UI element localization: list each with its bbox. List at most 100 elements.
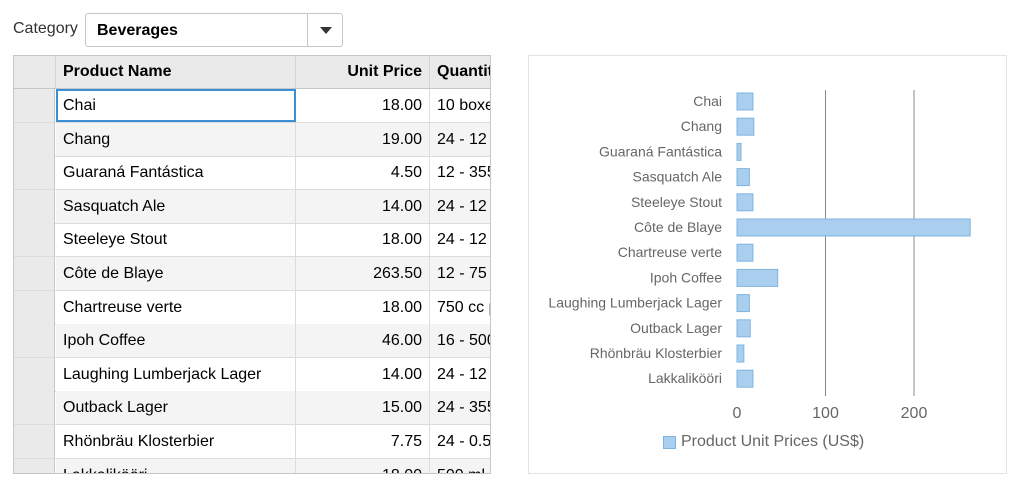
category-label: Laughing Lumberjack Lager: [548, 295, 722, 311]
table-row[interactable]: Lakkalikööri18.00500 ml: [14, 458, 490, 473]
legend-label: Product Unit Prices (US$): [681, 433, 865, 450]
bar: [736, 218, 971, 237]
column-header-quantity[interactable]: Quantity Per Unit: [430, 56, 490, 88]
table-row[interactable]: Chartreuse verte18.00750 cc per bottle: [14, 290, 490, 325]
column-header-product-name[interactable]: Product Name: [56, 56, 296, 88]
x-tick-label: 0: [733, 405, 742, 422]
column-header-unit-price[interactable]: Unit Price: [296, 56, 430, 88]
row-header[interactable]: [14, 122, 55, 156]
cell-quantity[interactable]: 12 - 75 cl bottles: [430, 257, 490, 290]
cell-quantity[interactable]: 24 - 12 oz bottles: [430, 358, 490, 391]
table-row[interactable]: Côte de Blaye263.5012 - 75 cl bottles: [14, 257, 490, 291]
cell-unit-price[interactable]: 18.00: [296, 290, 430, 324]
bar: [736, 319, 751, 338]
row-header[interactable]: [14, 425, 55, 458]
bar: [736, 168, 750, 187]
cell-unit-price[interactable]: 14.00: [296, 357, 430, 391]
table-row[interactable]: Chang19.0024 - 12 oz bottles: [14, 122, 490, 157]
category-label: Category: [13, 20, 78, 37]
cell-product-name[interactable]: Laughing Lumberjack Lager: [56, 357, 296, 391]
row-header[interactable]: [14, 290, 55, 324]
cell-quantity[interactable]: 24 - 12 oz bottles: [430, 189, 490, 223]
cell-unit-price[interactable]: 4.50: [296, 156, 430, 190]
category-label: Guaraná Fantástica: [599, 143, 722, 159]
cell-quantity[interactable]: 500 ml: [430, 458, 490, 473]
cell-product-name[interactable]: Steeleye Stout: [56, 223, 296, 257]
cell-quantity[interactable]: 24 - 12 oz bottles: [430, 223, 490, 256]
bar: [736, 344, 745, 363]
category-label: Ipoh Coffee: [650, 269, 722, 285]
cell-unit-price[interactable]: 18.00: [296, 458, 430, 473]
cell-unit-price[interactable]: 263.50: [296, 257, 430, 290]
cell-product-name[interactable]: Ipoh Coffee: [56, 324, 296, 358]
cell-product-name[interactable]: Lakkalikööri: [56, 458, 296, 473]
table-row[interactable]: Rhönbräu Klosterbier7.7524 - 0.5 l bottl…: [14, 425, 490, 459]
category-label: Chartreuse verte: [618, 244, 722, 260]
cell-unit-price[interactable]: 46.00: [296, 324, 430, 358]
table-row[interactable]: Laughing Lumberjack Lager14.0024 - 12 oz…: [14, 357, 490, 392]
cell-quantity[interactable]: 12 - 355 ml cans: [430, 156, 490, 189]
cell-product-name[interactable]: Chartreuse verte: [56, 290, 296, 324]
cell-quantity[interactable]: 24 - 12 oz bottles: [430, 122, 490, 156]
category-label: Outback Lager: [630, 320, 722, 336]
category-selected-value[interactable]: Beverages: [97, 22, 178, 40]
cell-quantity[interactable]: 10 boxes x 20 bags: [430, 89, 490, 122]
bar: [736, 117, 755, 136]
row-header[interactable]: [14, 189, 55, 223]
row-header[interactable]: [14, 156, 55, 190]
cell-unit-price[interactable]: 19.00: [296, 122, 430, 156]
row-header[interactable]: [14, 324, 55, 358]
cell-product-name[interactable]: Chai: [56, 89, 296, 122]
cell-product-name[interactable]: Outback Lager: [56, 391, 296, 425]
dropdown-button[interactable]: [308, 14, 343, 46]
bar: [736, 369, 754, 388]
category-label: Chai: [693, 93, 722, 109]
grid-corner[interactable]: [14, 56, 56, 88]
row-header[interactable]: [14, 357, 55, 391]
bar: [736, 92, 754, 111]
row-header[interactable]: [14, 89, 55, 122]
table-row[interactable]: Ipoh Coffee46.0016 - 500 g tins: [14, 324, 490, 359]
table-row[interactable]: Steeleye Stout18.0024 - 12 oz bottles: [14, 223, 490, 258]
x-tick-label: 200: [901, 405, 928, 422]
table-row[interactable]: Guaraná Fantástica4.5012 - 355 ml cans: [14, 156, 490, 191]
cell-product-name[interactable]: Guaraná Fantástica: [56, 156, 296, 190]
cell-quantity[interactable]: 24 - 0.5 l bottles: [430, 425, 490, 458]
table-row[interactable]: Sasquatch Ale14.0024 - 12 oz bottles: [14, 189, 490, 224]
row-header[interactable]: [14, 223, 55, 257]
cell-unit-price[interactable]: 18.00: [296, 89, 430, 122]
bar: [736, 294, 750, 313]
row-header[interactable]: [14, 391, 55, 425]
cell-quantity[interactable]: 24 - 355 ml bottles: [430, 391, 490, 425]
category-label: Chang: [681, 118, 722, 134]
product-grid[interactable]: Product Name Unit Price Quantity Per Uni…: [13, 55, 491, 474]
chart-legend: Product Unit Prices (US$): [663, 433, 864, 451]
cell-quantity[interactable]: 16 - 500 g tins: [430, 324, 490, 358]
row-header[interactable]: [14, 257, 55, 290]
cell-product-name[interactable]: Chang: [56, 122, 296, 156]
chart-canvas: 0 100 200 Chai Chang Guaraná Fantástica Sasqua…: [548, 90, 971, 422]
x-tick-label: 100: [812, 405, 839, 422]
bar: [736, 268, 779, 287]
legend-swatch: [663, 435, 676, 449]
cell-unit-price[interactable]: 18.00: [296, 223, 430, 257]
cell-unit-price[interactable]: 7.75: [296, 425, 430, 458]
category-label: Lakkalikööri: [648, 370, 722, 386]
chevron-down-icon: [319, 26, 332, 34]
table-row[interactable]: Outback Lager15.0024 - 355 ml bottles: [14, 391, 490, 426]
cell-unit-price[interactable]: 15.00: [296, 391, 430, 425]
bar: [736, 142, 742, 161]
bar: [736, 243, 754, 262]
cell-quantity[interactable]: 750 cc per bottle: [430, 291, 490, 324]
price-chart: 0 100 200 Chai Chang Guaraná Fantástica Sasqua…: [528, 55, 1007, 474]
cell-product-name[interactable]: Rhönbräu Klosterbier: [56, 425, 296, 458]
table-row[interactable]: Chai18.0010 boxes x 20 bags: [14, 89, 490, 123]
bar: [736, 193, 754, 212]
row-header[interactable]: [14, 458, 55, 473]
category-combobox[interactable]: Beverages: [85, 13, 343, 47]
cell-product-name[interactable]: Sasquatch Ale: [56, 189, 296, 223]
category-label: Steeleye Stout: [631, 194, 722, 210]
grid-header: Product Name Unit Price Quantity Per Uni…: [14, 56, 490, 89]
cell-product-name[interactable]: Côte de Blaye: [56, 257, 296, 290]
cell-unit-price[interactable]: 14.00: [296, 189, 430, 223]
